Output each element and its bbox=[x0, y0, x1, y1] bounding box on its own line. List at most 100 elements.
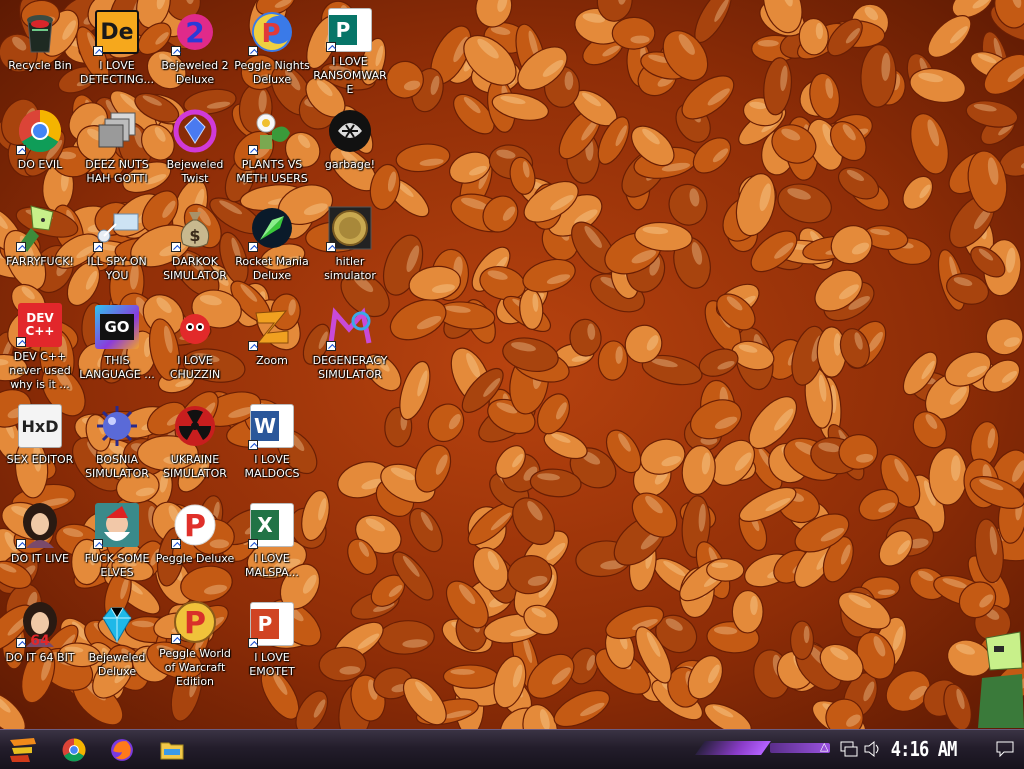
desktop-icon-label: hitler simulator bbox=[324, 255, 376, 282]
desktop-icon-label: Rocket Mania Deluxe bbox=[235, 255, 309, 282]
de-tile-text: De bbox=[100, 19, 134, 45]
desktop-icon-bejeweled-deluxe[interactable]: Bejeweled Deluxe bbox=[77, 594, 157, 688]
shortcut-arrow-icon bbox=[171, 539, 181, 549]
desktop-icon-rocket-mania[interactable]: Rocket Mania Deluxe bbox=[232, 198, 312, 292]
desktop-icon-bejeweled-twist[interactable]: Bejeweled Twist bbox=[155, 101, 235, 195]
desktop-icon-farryfuck[interactable]: FARRYFUCK! bbox=[0, 198, 80, 292]
word-tile-text: W bbox=[251, 411, 279, 441]
desktop-icon-garbage[interactable]: garbage! bbox=[310, 101, 390, 195]
shortcut-arrow-icon bbox=[248, 440, 258, 450]
taskbar-file-explorer-button[interactable] bbox=[152, 733, 192, 767]
desktop-icon-peggle-deluxe[interactable]: P Peggle Deluxe bbox=[155, 495, 235, 589]
desktop-icon-label: DO EVIL bbox=[17, 158, 63, 171]
shortcut-arrow-icon bbox=[248, 638, 258, 648]
hxd-icon: HxD bbox=[18, 404, 62, 448]
chrome-icon bbox=[62, 738, 86, 762]
desktop-icon-degeneracy-simulator[interactable]: DEGENERACY SIMULATOR bbox=[310, 297, 390, 391]
desktop-icon-i-love-emotet[interactable]: P I LOVE EMOTET bbox=[232, 594, 312, 688]
svg-text:P: P bbox=[261, 19, 280, 49]
desktop-icon-ill-spy-on-you[interactable]: ILL SPY ON YOU bbox=[77, 198, 157, 292]
desktop-icon-label: I LOVE MALDOCS bbox=[244, 453, 300, 480]
desktop-icon-deez-nuts[interactable]: DEEZ NUTS HAH GOTTI bbox=[77, 101, 157, 195]
bejeweled-twist-icon bbox=[173, 109, 217, 153]
desktop-icon-darkok-simulator[interactable]: $ DARKOK SIMULATOR bbox=[155, 198, 235, 292]
desktop-icon-label: PLANTS VS METH USERS bbox=[236, 158, 308, 185]
desktop-icon-sex-editor[interactable]: HxD SEX EDITOR bbox=[0, 396, 80, 490]
desktop-icon-label: I LOVE MALSPA... bbox=[245, 552, 299, 579]
desktop-icon-do-evil[interactable]: DO EVIL bbox=[0, 101, 80, 195]
shortcut-arrow-icon bbox=[171, 46, 181, 56]
desktop-icon-label: I LOVE DETECTING... bbox=[80, 59, 154, 86]
desktop-icon-label: BOSNIA SIMULATOR bbox=[85, 453, 149, 480]
desktop-icon-i-love-malspa[interactable]: X I LOVE MALSPA... bbox=[232, 495, 312, 589]
desktop-icon-i-love-maldocs[interactable]: W I LOVE MALDOCS bbox=[232, 396, 312, 490]
svg-text:2: 2 bbox=[185, 16, 204, 49]
firefox-icon bbox=[111, 739, 133, 761]
svg-text:$: $ bbox=[189, 226, 200, 245]
desktop-icon-label: UKRAINE SIMULATOR bbox=[163, 453, 227, 480]
chevron-up-icon[interactable]: △ bbox=[820, 740, 828, 753]
radiation-icon bbox=[175, 406, 215, 446]
excel-tile-text: X bbox=[251, 510, 279, 540]
recycle-bin-icon bbox=[27, 15, 53, 53]
svg-text:P: P bbox=[184, 509, 206, 544]
peridot-character-decoration bbox=[978, 631, 1024, 728]
desktop-icon-zoom[interactable]: Zoom bbox=[232, 297, 312, 391]
desktop-icon-peggle-nights[interactable]: P Peggle Nights Deluxe bbox=[232, 2, 312, 96]
desktop-icon-bosnia-simulator[interactable]: BOSNIA SIMULATOR bbox=[77, 396, 157, 490]
shortcut-arrow-icon bbox=[248, 341, 258, 351]
money-bag-icon: $ bbox=[180, 212, 210, 248]
zuma-icon bbox=[255, 310, 289, 344]
shortcut-arrow-icon bbox=[16, 242, 26, 252]
taskbar-firefox-button[interactable] bbox=[102, 733, 142, 767]
start-button[interactable] bbox=[4, 732, 42, 768]
shortcut-arrow-icon bbox=[16, 638, 26, 648]
ppt-tile-text: P bbox=[251, 609, 279, 639]
desktop-icon-label: Peggle Nights Deluxe bbox=[234, 59, 310, 86]
desktop-icon-label: DO IT LIVE bbox=[11, 552, 69, 565]
mine-icon bbox=[97, 406, 137, 446]
desktop-icon-plants-vs-meth[interactable]: PLANTS VS METH USERS bbox=[232, 101, 312, 195]
desktop-icon-i-love-detecting[interactable]: De I LOVE DETECTING... bbox=[77, 2, 157, 96]
desktop-icon-devcpp[interactable]: DEV C++ DEV C++ never used why is it ... bbox=[0, 297, 80, 391]
desktop-icon-label: FUCK SOME ELVES bbox=[84, 552, 150, 579]
stacked-windows-icon bbox=[98, 112, 136, 148]
svg-text:P: P bbox=[184, 606, 206, 641]
desktop-icon-i-love-chuzzin[interactable]: I LOVE CHUZZIN bbox=[155, 297, 235, 391]
action-center-icon[interactable] bbox=[996, 741, 1014, 757]
desktop-icon-do-it-64-bit[interactable]: 64 DO IT 64 BIT bbox=[0, 594, 80, 688]
desktop-icon-ukraine-simulator[interactable]: UKRAINE SIMULATOR bbox=[155, 396, 235, 490]
taskbar-chrome-button[interactable] bbox=[54, 733, 94, 767]
shortcut-arrow-icon bbox=[248, 539, 258, 549]
desktop-icon-label: Zoom bbox=[256, 354, 288, 367]
go-icon: GO bbox=[95, 305, 139, 349]
desktop-icon-label: THIS LANGUAGE ... bbox=[79, 354, 155, 381]
desktop-icon-bejeweled-2[interactable]: 2 Bejeweled 2 Deluxe bbox=[155, 2, 235, 96]
desktop-icon-label: I LOVE EMOTET bbox=[249, 651, 295, 678]
start-logo-icon bbox=[10, 738, 36, 762]
taskbar-clock[interactable]: 4:16 AM bbox=[891, 737, 958, 761]
shortcut-arrow-icon bbox=[248, 46, 258, 56]
shortcut-arrow-icon bbox=[326, 341, 336, 351]
desktop-icon-fuck-some-elves[interactable]: FUCK SOME ELVES bbox=[77, 495, 157, 589]
shortcut-arrow-icon bbox=[171, 634, 181, 644]
system-tray: △ 4:16 AM bbox=[814, 730, 1024, 769]
desktop-icon-label: FARRYFUCK! bbox=[6, 255, 74, 268]
desktop-icon-label: garbage! bbox=[324, 158, 376, 171]
desktop-icon-i-love-ransomware[interactable]: P I LOVE RANSOMWARE bbox=[310, 2, 390, 96]
desktop-icon-hitler-simulator[interactable]: hitler simulator bbox=[310, 198, 390, 292]
desktop-icon-label: Bejeweled Twist bbox=[166, 158, 224, 185]
shortcut-arrow-icon bbox=[16, 145, 26, 155]
desktop-icon-label: DEEZ NUTS HAH GOTTI bbox=[85, 158, 149, 185]
desktop-icon-label: SEX EDITOR bbox=[6, 453, 74, 466]
shortcut-arrow-icon bbox=[93, 242, 103, 252]
desktop-icon-this-language[interactable]: GO THIS LANGUAGE ... bbox=[77, 297, 157, 391]
desktop-icon-recycle-bin[interactable]: Recycle Bin bbox=[0, 2, 80, 96]
desktop-icon-label: DARKOK SIMULATOR bbox=[163, 255, 227, 282]
shortcut-arrow-icon bbox=[326, 242, 336, 252]
desktop-icon-peggle-wow[interactable]: P Peggle World of Warcraft Edition bbox=[155, 594, 235, 688]
desktop-icon-do-it-live[interactable]: DO IT LIVE bbox=[0, 495, 80, 589]
desktop-icon-label: Bejeweled Deluxe bbox=[88, 651, 146, 678]
volume-icon[interactable] bbox=[864, 741, 882, 757]
network-icon[interactable] bbox=[840, 741, 858, 757]
